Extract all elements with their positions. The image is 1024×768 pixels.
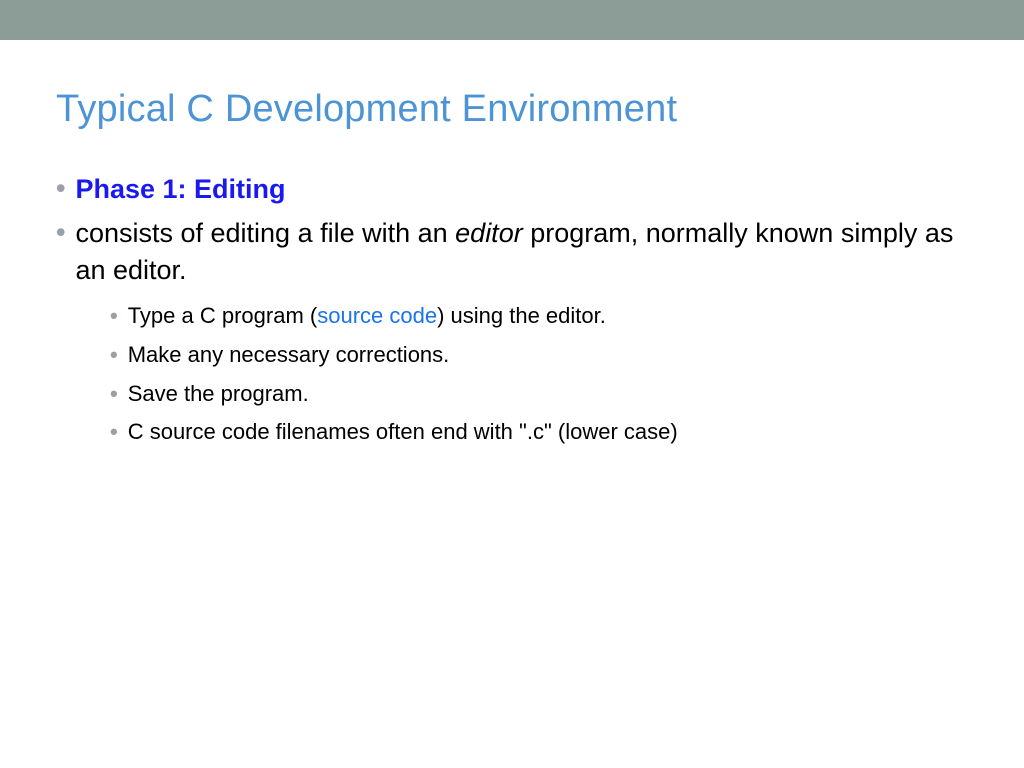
sub-bullet-marker: • bbox=[110, 380, 118, 409]
sub-bullet-marker: • bbox=[110, 418, 118, 447]
sub-bullet-text: Type a C program (source code) using the… bbox=[128, 302, 606, 331]
sub-bullet-text: Save the program. bbox=[128, 380, 309, 409]
bullet-description: consists of editing a file with an edito… bbox=[75, 215, 968, 288]
sub-bullet-text: Make any necessary corrections. bbox=[128, 341, 450, 370]
bullet-desc-row: • consists of editing a file with an edi… bbox=[56, 215, 968, 288]
sub-bullet-marker: • bbox=[110, 302, 118, 331]
s1-pre: Type a C program ( bbox=[128, 303, 318, 328]
phase-heading: Phase 1: Editing bbox=[75, 171, 285, 207]
desc-italic: editor bbox=[455, 218, 523, 248]
sub-bullet-4: • C source code filenames often end with… bbox=[110, 418, 968, 447]
bullet-marker: • bbox=[56, 171, 65, 206]
slide-title: Typical C Development Environment bbox=[56, 88, 968, 131]
sub-bullet-list: • Type a C program (source code) using t… bbox=[56, 302, 968, 446]
header-bar bbox=[0, 0, 1024, 40]
sub-bullet-2: • Make any necessary corrections. bbox=[110, 341, 968, 370]
bullet-phase-row: • Phase 1: Editing bbox=[56, 171, 968, 207]
s1-link: source code bbox=[317, 303, 437, 328]
bullet-marker: • bbox=[56, 215, 65, 250]
sub-bullet-1: • Type a C program (source code) using t… bbox=[110, 302, 968, 331]
sub-bullet-text: C source code filenames often end with "… bbox=[128, 418, 678, 447]
slide-content: Typical C Development Environment • Phas… bbox=[0, 40, 1024, 447]
desc-pre: consists of editing a file with an bbox=[75, 218, 455, 248]
sub-bullet-3: • Save the program. bbox=[110, 380, 968, 409]
sub-bullet-marker: • bbox=[110, 341, 118, 370]
s1-post: ) using the editor. bbox=[437, 303, 606, 328]
